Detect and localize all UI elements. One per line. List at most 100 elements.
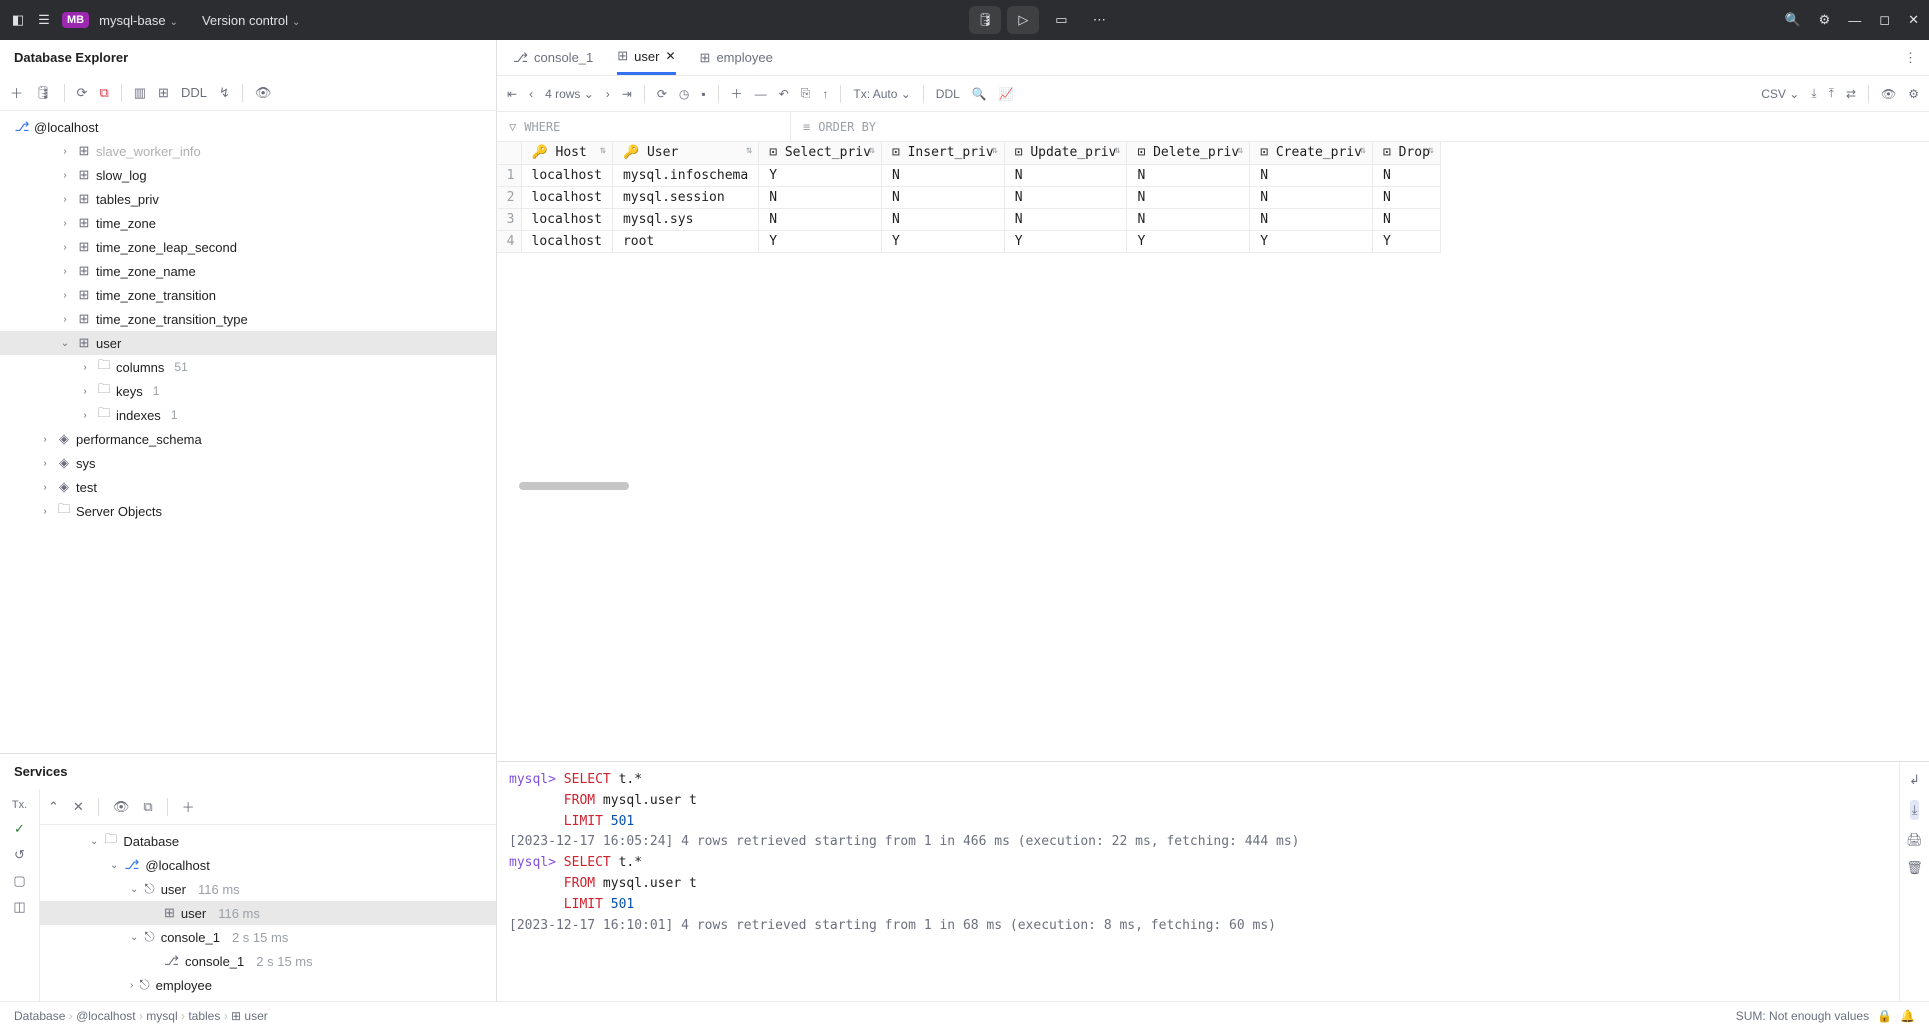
svc-console_1[interactable]: ⌄ ⎋ console_12 s 15 ms xyxy=(40,925,496,949)
folder-tool-icon[interactable]: ▭ xyxy=(1045,6,1077,34)
history-icon[interactable]: ↺ xyxy=(14,847,25,863)
submit-icon[interactable]: ↑ xyxy=(822,87,828,101)
close-svc-icon[interactable]: ✕ xyxy=(73,799,84,815)
search-grid-icon[interactable]: 🔍 xyxy=(972,87,987,101)
tree-table-time_zone_name[interactable]: ›⊞time_zone_name xyxy=(0,259,496,283)
lock-icon[interactable]: 🔒 xyxy=(1877,1009,1892,1023)
table-row[interactable]: 3localhostmysql.sysNNNNNN xyxy=(497,208,1440,230)
tree-root[interactable]: ⎇@localhost xyxy=(0,115,496,139)
refresh-icon[interactable]: ⟳ xyxy=(77,85,88,101)
tree-table-time_zone[interactable]: ›⊞time_zone xyxy=(0,211,496,235)
tree-schema-test[interactable]: ›◈test xyxy=(0,475,496,499)
tab-user[interactable]: ⊞user✕ xyxy=(617,40,675,75)
menu-icon[interactable]: ☰ xyxy=(36,12,52,28)
view-icon[interactable]: 👁 xyxy=(1881,87,1896,101)
last-page-icon[interactable]: ⇥ xyxy=(622,87,632,101)
reload-icon[interactable]: ⟳ xyxy=(657,87,667,101)
tree-indexes[interactable]: ›🗀indexes1 xyxy=(0,403,496,427)
console-output[interactable]: mysql> SELECT t.* FROM mysql.user t LIMI… xyxy=(497,762,1899,1001)
print-icon[interactable]: 🖨 xyxy=(1906,832,1923,848)
clock-icon[interactable]: ◷ xyxy=(679,87,689,101)
table-row[interactable]: 4localhostrootYYYYYY xyxy=(497,230,1440,252)
first-page-icon[interactable]: ⇤ xyxy=(507,87,517,101)
stop-grid-icon[interactable]: ▪ xyxy=(701,87,705,101)
tree-table-time_zone_transition[interactable]: ›⊞time_zone_transition xyxy=(0,283,496,307)
col-User[interactable]: 🔑 User⇅ xyxy=(612,142,758,164)
commit-icon[interactable]: ⎘ xyxy=(801,86,811,101)
vcs-menu[interactable]: Version control⌄ xyxy=(202,13,300,28)
eye-icon[interactable]: 👁 xyxy=(255,85,272,101)
col-Create_priv[interactable]: ⊡ Create_priv⇅ xyxy=(1250,142,1373,164)
close-tab-icon[interactable]: ✕ xyxy=(665,49,675,63)
collapse-icon[interactable]: ⌃ xyxy=(48,799,59,815)
next-page-icon[interactable]: › xyxy=(606,87,610,101)
svc-database[interactable]: ⌄ 🗀 Database xyxy=(40,829,496,853)
col-Host[interactable]: 🔑 Host⇅ xyxy=(521,142,612,164)
table-row[interactable]: 1localhostmysql.infoschemaYNNNNN xyxy=(497,164,1440,186)
col-Delete_priv[interactable]: ⊡ Delete_priv⇅ xyxy=(1127,142,1250,164)
svc-employee[interactable]: › ⎋ employee xyxy=(40,973,496,997)
table-row[interactable]: 2localhostmysql.sessionNNNNNN xyxy=(497,186,1440,208)
export-icon[interactable]: ⤓ xyxy=(1811,86,1816,101)
square-icon[interactable]: ▢ xyxy=(13,873,25,889)
svc-localhost[interactable]: ⌄ ⎇ @localhost xyxy=(40,853,496,877)
maximize-icon[interactable]: ◻ xyxy=(1879,12,1890,28)
db-tree[interactable]: ⎇@localhost ›⊞slave_worker_info›⊞slow_lo… xyxy=(0,111,496,753)
tree-table-time_zone_transition_type[interactable]: ›⊞time_zone_transition_type xyxy=(0,307,496,331)
tree-keys[interactable]: ›🗀keys1 xyxy=(0,379,496,403)
tab-console_1[interactable]: ⎇console_1 xyxy=(513,40,593,75)
svc-child-console_1[interactable]: ⎇ console_12 s 15 ms xyxy=(40,949,496,973)
trash-icon[interactable]: 🗑 xyxy=(1906,860,1923,876)
database-tool-icon[interactable]: 🛢 xyxy=(969,6,1001,34)
undo-icon[interactable]: ↶ xyxy=(779,87,789,101)
svc-user[interactable]: ⌄ ⎋ user116 ms xyxy=(40,877,496,901)
tree-table-tables_priv[interactable]: ›⊞tables_priv xyxy=(0,187,496,211)
rows-dropdown[interactable]: 4 rows ⌄ xyxy=(545,87,594,101)
minimize-icon[interactable]: — xyxy=(1848,13,1861,28)
wrap-icon[interactable]: ↲ xyxy=(1909,772,1920,788)
crumb-@localhost[interactable]: @localhost xyxy=(76,1009,136,1023)
bell-icon[interactable]: 🔔 xyxy=(1900,1009,1915,1023)
ddl-button[interactable]: DDL xyxy=(181,85,207,100)
search-icon[interactable]: 🔍 xyxy=(1784,12,1800,28)
svc-child-user[interactable]: ⊞ user116 ms xyxy=(40,901,496,925)
crumb-Database[interactable]: Database xyxy=(14,1009,65,1023)
csv-dropdown[interactable]: CSV ⌄ xyxy=(1761,87,1799,101)
settings-icon[interactable]: ⚙ xyxy=(1819,12,1831,28)
crumb-mysql[interactable]: mysql xyxy=(146,1009,177,1023)
remove-row-icon[interactable]: — xyxy=(755,87,767,101)
where-filter[interactable]: ▽ WHERE xyxy=(497,112,791,141)
add-svc-icon[interactable]: ＋ xyxy=(182,797,195,816)
scroll-icon[interactable]: ⤓ xyxy=(1910,800,1920,820)
close-icon[interactable]: ✕ xyxy=(1908,12,1919,28)
ddl-grid-button[interactable]: DDL xyxy=(936,87,960,101)
col-Insert_priv[interactable]: ⊡ Insert_priv⇅ xyxy=(881,142,1004,164)
table-icon[interactable]: ⊞ xyxy=(158,85,169,101)
datasource-icon[interactable]: 🛢 xyxy=(35,85,52,101)
col-Select_priv[interactable]: ⊡ Select_priv⇅ xyxy=(759,142,882,164)
tree-schema-performance_schema[interactable]: ›◈performance_schema xyxy=(0,427,496,451)
jump-icon[interactable]: ↯ xyxy=(219,85,230,101)
diagram-icon[interactable]: ▥ xyxy=(134,85,146,101)
eye-svc-icon[interactable]: 👁 xyxy=(113,799,130,815)
tree-table-user[interactable]: ⌄⊞user xyxy=(0,331,496,355)
tree-table-time_zone_leap_second[interactable]: ›⊞time_zone_leap_second xyxy=(0,235,496,259)
tree-table-slow_log[interactable]: ›⊞slow_log xyxy=(0,163,496,187)
col-Drop[interactable]: ⊡ Drop⇅ xyxy=(1372,142,1440,164)
gear-grid-icon[interactable]: ⚙ xyxy=(1908,87,1919,101)
stop-icon[interactable]: ⧉ xyxy=(99,85,108,101)
tab-employee[interactable]: ⊞employee xyxy=(700,40,773,75)
tree-columns[interactable]: ›🗀columns51 xyxy=(0,355,496,379)
tree-table-slave_worker_info[interactable]: ›⊞slave_worker_info xyxy=(0,139,496,163)
chart-icon[interactable]: 📈 xyxy=(999,87,1014,101)
add-row-icon[interactable]: ＋ xyxy=(731,85,743,102)
run-tool-icon[interactable]: ▷ xyxy=(1007,6,1039,34)
horizontal-scrollbar[interactable] xyxy=(519,482,629,490)
check-icon[interactable]: ✓ xyxy=(14,821,25,837)
tx-dropdown[interactable]: Tx: Auto ⌄ xyxy=(853,87,910,101)
tree-server-objects[interactable]: ›🗀Server Objects xyxy=(0,499,496,523)
crumb-user[interactable]: ⊞ user xyxy=(231,1009,268,1023)
orderby-filter[interactable]: ≡ ORDER BY xyxy=(791,112,1929,141)
copy-svc-icon[interactable]: ⧉ xyxy=(143,799,152,815)
prev-page-icon[interactable]: ‹ xyxy=(529,87,533,101)
